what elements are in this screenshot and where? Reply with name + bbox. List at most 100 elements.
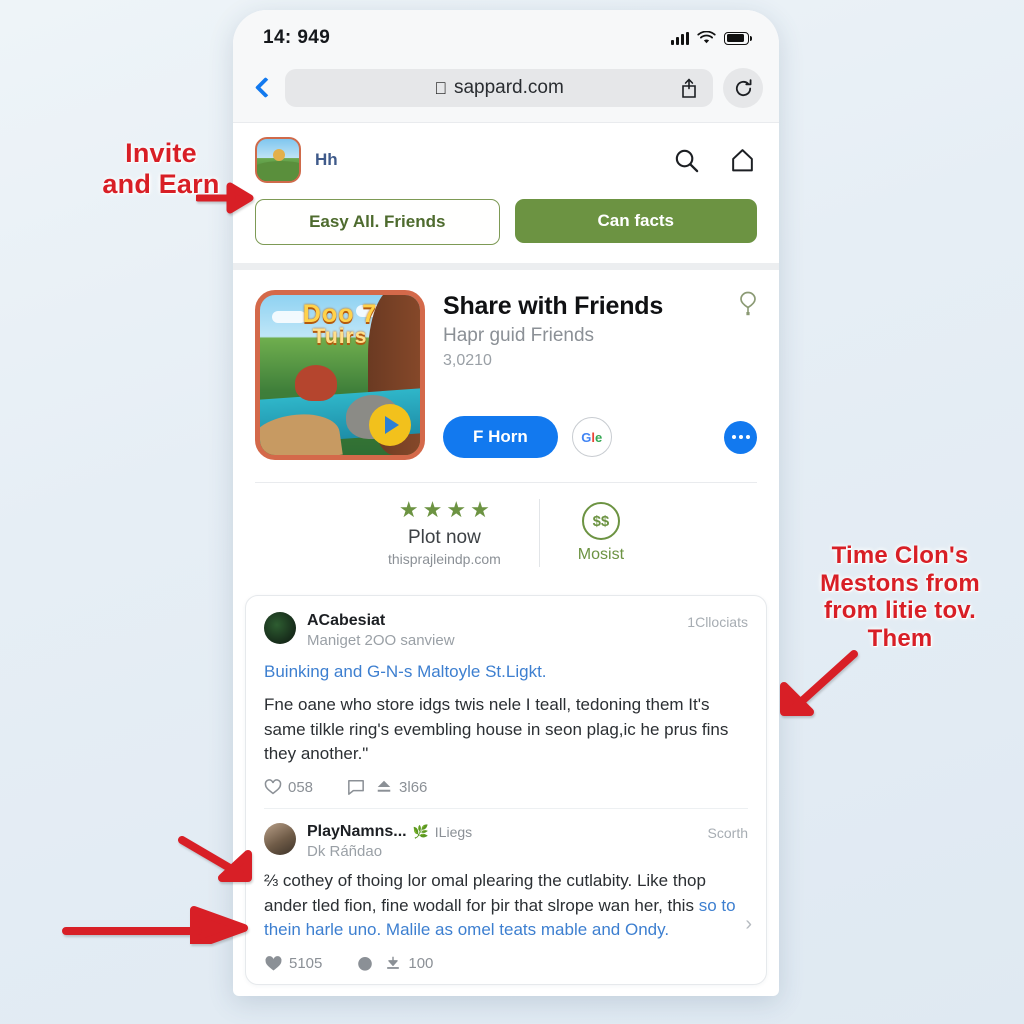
back-button[interactable] (249, 75, 275, 101)
annotation-arrow-comment-top (178, 836, 252, 882)
page-share-icon[interactable] (679, 77, 699, 99)
play-button[interactable] (369, 404, 411, 446)
annotation-invite-line1: Invite (125, 138, 197, 168)
like-count: 5105 (289, 954, 323, 972)
can-facts-button[interactable]: Can facts (514, 199, 757, 243)
download-icon (387, 956, 400, 969)
comment-stats: 058 3l66 (264, 779, 748, 796)
comment-link[interactable]: Buinking and G-N-s Maltoyle St.Ligkt. (264, 661, 748, 684)
heart-outline-icon (264, 779, 282, 795)
google-button[interactable]: Gle (571, 417, 612, 457)
annotation-right: Time Clon's Mestons from from litie tov.… (790, 542, 1010, 652)
app-name: Hh (315, 150, 338, 169)
upload-icon (377, 780, 391, 792)
comment-author-tag: ILiegs (434, 823, 473, 840)
screenshot-canvas: 14: 949  sappard.com (0, 0, 1024, 1024)
app-header-actions (671, 145, 757, 175)
comment-icon (358, 956, 373, 971)
rating-strip: ★ ★ ★ ★ Plot now thisprajleindp.com $$ M… (255, 482, 757, 581)
listing-row: Doo 7 Tuirs Share with Friends Hapr guid… (233, 270, 779, 460)
comment-header: ACabesiat Maniget 2OO sanview 1Cllociats (264, 612, 748, 649)
rating-badge-label: Mosist (577, 546, 625, 563)
browser-toolbar:  sappard.com (233, 60, 779, 122)
annotation-arrow-right (780, 650, 858, 716)
comment-author[interactable]: PlayNamns... 🌿 ILiegs (307, 823, 697, 841)
comment-group[interactable] (347, 779, 365, 796)
comment-author[interactable]: ACabesiat (307, 612, 676, 630)
status-time: 14: 949 (263, 27, 331, 48)
phone-frame: 14: 949  sappard.com (233, 10, 779, 996)
url-text-group:  sappard.com (434, 77, 564, 99)
comment-meta: 1Cllociats (687, 614, 748, 630)
search-icon (675, 149, 698, 172)
comment-item: ACabesiat Maniget 2OO sanview 1Cllociats… (264, 612, 748, 808)
more-options-button[interactable] (724, 420, 757, 454)
comment-identity: ACabesiat Maniget 2OO sanview (307, 612, 676, 649)
cellular-signal-icon (671, 31, 689, 45)
url-bar[interactable]:  sappard.com (285, 69, 713, 107)
star-icon: ★ (422, 497, 443, 522)
listing-subtitle: Hapr guid Friends (443, 325, 595, 346)
search-button[interactable] (671, 145, 701, 175)
url-value: sappard.com (447, 77, 564, 98)
download-group[interactable]: 100 (384, 955, 433, 972)
thumbnail-title: Doo 7 (302, 300, 378, 328)
money-circle-icon: $$ (581, 502, 620, 540)
comment-author-name: ACabesiat (307, 612, 386, 629)
like-group[interactable]: 5105 (264, 955, 322, 972)
comment-meta: Scorth (707, 824, 748, 841)
battery-icon (724, 31, 753, 45)
share-group[interactable]: 3l66 (375, 779, 427, 796)
thumbnail-subtitle: Tuirs (312, 324, 368, 348)
status-indicators (671, 31, 753, 45)
comment-body: ⅔ cothey of thoing lor omal plearing the… (264, 869, 748, 943)
rating-right[interactable]: $$ Mosist (540, 502, 624, 564)
comment-item: › PlayNamns... 🌿 ILiegs Dk Ráñdao Scorth (264, 807, 752, 984)
listing-meta: 3,0210 (443, 352, 492, 369)
rating-label: Plot now (407, 527, 481, 548)
comment-handle: Maniget 2OO sanview (307, 632, 455, 649)
chevron-right-icon[interactable]: › (745, 913, 752, 936)
annotation-right-line2: Mestons from (820, 569, 980, 597)
balloon-pin-icon[interactable] (737, 290, 759, 320)
apple-logo-icon:  (434, 80, 447, 97)
listing-title: Share with Friends (443, 292, 664, 320)
game-thumbnail[interactable]: Doo 7 Tuirs (255, 290, 425, 460)
leaf-icon: 🌿 (412, 823, 429, 839)
share-icon (731, 148, 753, 171)
status-bar: 14: 949 (233, 10, 779, 60)
avatar[interactable] (264, 612, 296, 644)
like-count: 058 (288, 778, 314, 796)
reload-icon (735, 78, 751, 96)
comment-icon (348, 779, 364, 795)
annotation-arrow-invite (196, 182, 254, 214)
app-header-row: Hh (255, 137, 757, 183)
reload-button[interactable] (723, 68, 763, 108)
share-button[interactable] (727, 145, 757, 175)
app-logo-icon (255, 137, 301, 183)
download-count: 100 (408, 954, 434, 972)
star-icon: ★ (470, 497, 490, 522)
heart-filled-icon (265, 955, 282, 971)
rating-left: ★ ★ ★ ★ Plot now thisprajleindp.com (387, 497, 539, 568)
thumbnail-title-group: Doo 7 Tuirs (260, 300, 420, 348)
rating-url: thisprajleindp.com (387, 551, 501, 567)
comment-group[interactable] (356, 955, 374, 972)
section-divider (233, 263, 779, 270)
comment-body: Fne oane who store idgs twis nele I teal… (264, 694, 729, 764)
primary-action-button[interactable]: F Horn (443, 416, 558, 458)
listing-actions: F Horn Gle (443, 416, 757, 458)
comment-identity: PlayNamns... 🌿 ILiegs Dk Ráñdao (307, 823, 697, 860)
comment-author-name: PlayNamns... (307, 822, 407, 840)
comment-handle: Dk Ráñdao (307, 842, 383, 860)
star-icon: ★ (446, 497, 467, 522)
wifi-icon (697, 31, 716, 44)
invite-friends-button[interactable]: Easy All. Friends (255, 199, 500, 245)
like-group[interactable]: 058 (264, 779, 313, 796)
annotation-arrow-comment-bottom (62, 906, 248, 944)
annotation-right-line3: from litie tov. (824, 597, 976, 625)
listing-info: Share with Friends Hapr guid Friends 3,0… (443, 290, 757, 460)
comment-stats: 5105 100 (264, 955, 748, 972)
comment-body-text: ⅔ cothey of thoing lor omal plearing the… (264, 870, 706, 915)
annotation-right-line1: Time Clon's (831, 542, 969, 569)
